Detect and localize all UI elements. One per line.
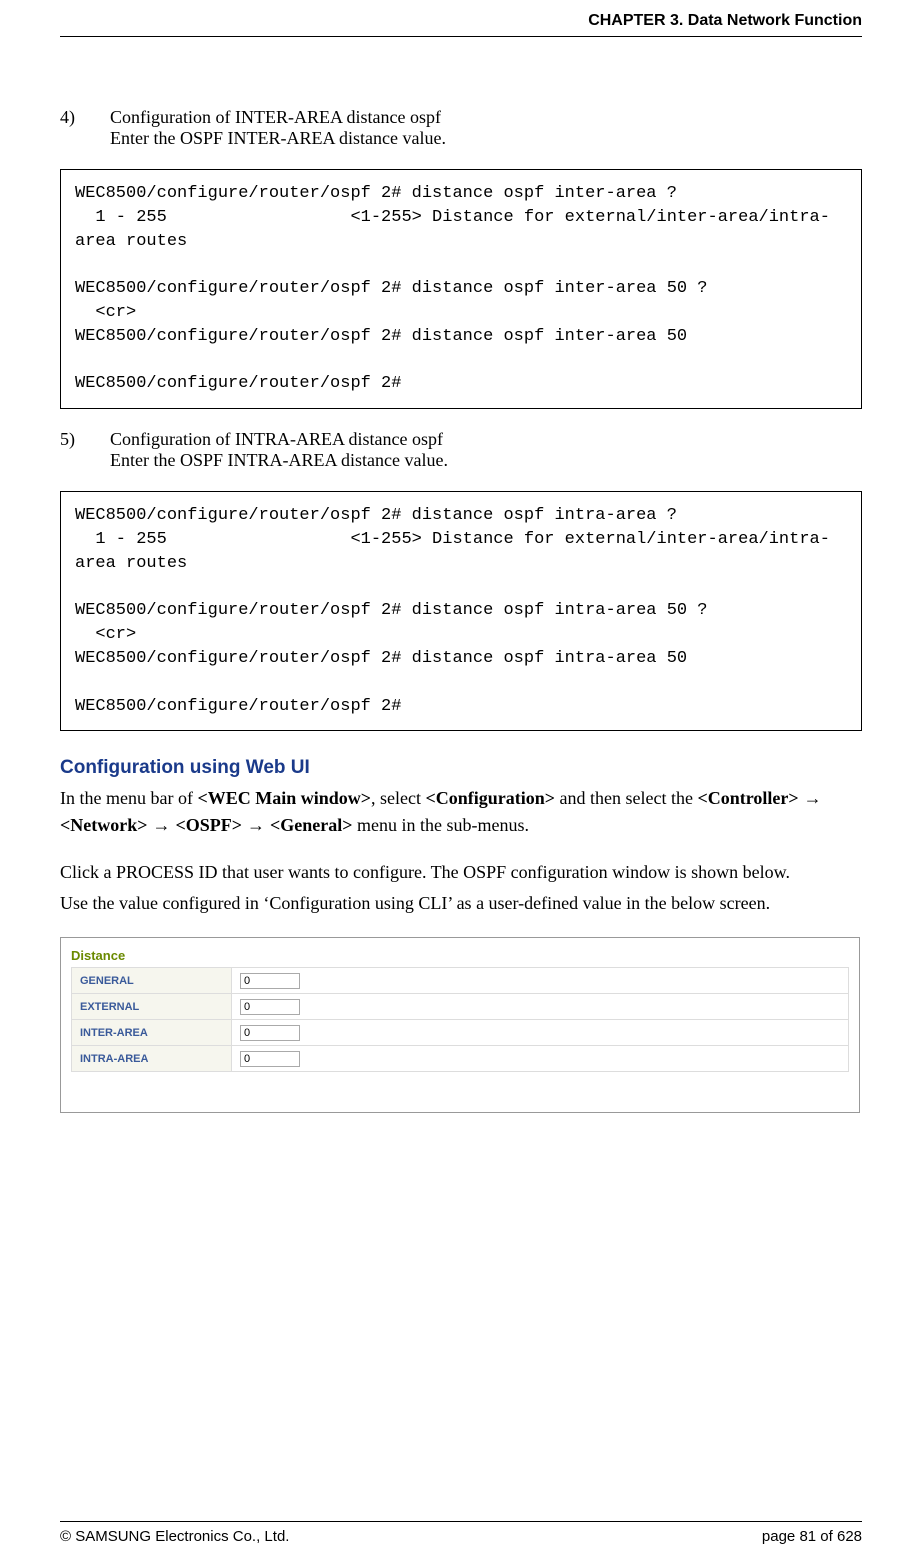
list-number: 5) — [60, 429, 110, 471]
copyright: © SAMSUNG Electronics Co., Ltd. — [60, 1528, 289, 1545]
arrow-icon: → — [242, 815, 270, 835]
bold: <Network> — [60, 815, 148, 835]
web-ui-heading: Configuration using Web UI — [60, 757, 862, 779]
page-number: page 81 of 628 — [762, 1528, 862, 1545]
list-number: 4) — [60, 107, 110, 149]
web-ui-paragraph-1: In the menu bar of <WEC Main window>, se… — [60, 785, 862, 839]
row-label: INTER-AREA — [72, 1020, 232, 1046]
item-title: Configuration of INTRA-AREA distance osp… — [110, 429, 862, 450]
text: menu in the sub-menus. — [353, 815, 529, 835]
code-block-intra-area: WEC8500/configure/router/ospf 2# distanc… — [60, 491, 862, 731]
text: and then select the — [555, 788, 697, 808]
inter-area-input[interactable] — [240, 1025, 300, 1041]
row-value-cell — [232, 994, 849, 1020]
item-title: Configuration of INTER-AREA distance osp… — [110, 107, 862, 128]
external-input[interactable] — [240, 999, 300, 1015]
list-body: Configuration of INTRA-AREA distance osp… — [110, 429, 862, 471]
distance-table: GENERAL EXTERNAL INTER-AREA INTRA-AREA — [71, 967, 849, 1072]
distance-figure: Distance GENERAL EXTERNAL INTER-AREA INT… — [60, 937, 860, 1113]
list-item-4: 4) Configuration of INTER-AREA distance … — [60, 107, 862, 149]
table-row: GENERAL — [72, 968, 849, 994]
page-footer: © SAMSUNG Electronics Co., Ltd. page 81 … — [60, 1521, 862, 1545]
arrow-icon: → — [148, 815, 176, 835]
intra-area-input[interactable] — [240, 1051, 300, 1067]
table-row: EXTERNAL — [72, 994, 849, 1020]
row-value-cell — [232, 1020, 849, 1046]
list-body: Configuration of INTER-AREA distance osp… — [110, 107, 862, 149]
general-input[interactable] — [240, 973, 300, 989]
web-ui-paragraph-2: Click a PROCESS ID that user wants to co… — [60, 859, 862, 886]
row-value-cell — [232, 1046, 849, 1072]
row-label: EXTERNAL — [72, 994, 232, 1020]
bold: <Configuration> — [425, 788, 555, 808]
text: , select — [371, 788, 425, 808]
bold: <General> — [270, 815, 353, 835]
table-row: INTER-AREA — [72, 1020, 849, 1046]
item-desc: Enter the OSPF INTER-AREA distance value… — [110, 128, 862, 149]
bold: <Controller> — [697, 788, 798, 808]
web-ui-paragraph-3: Use the value configured in ‘Configurati… — [60, 890, 862, 917]
distance-title: Distance — [71, 948, 849, 963]
row-value-cell — [232, 968, 849, 994]
bold: <WEC Main window> — [197, 788, 371, 808]
code-block-inter-area: WEC8500/configure/router/ospf 2# distanc… — [60, 169, 862, 409]
text: In the menu bar of — [60, 788, 197, 808]
row-label: INTRA-AREA — [72, 1046, 232, 1072]
bold: <OSPF> — [176, 815, 243, 835]
table-row: INTRA-AREA — [72, 1046, 849, 1072]
item-desc: Enter the OSPF INTRA-AREA distance value… — [110, 450, 862, 471]
row-label: GENERAL — [72, 968, 232, 994]
chapter-header: CHAPTER 3. Data Network Function — [60, 0, 862, 36]
arrow-icon: → — [799, 788, 822, 808]
header-rule — [60, 36, 862, 37]
list-item-5: 5) Configuration of INTRA-AREA distance … — [60, 429, 862, 471]
